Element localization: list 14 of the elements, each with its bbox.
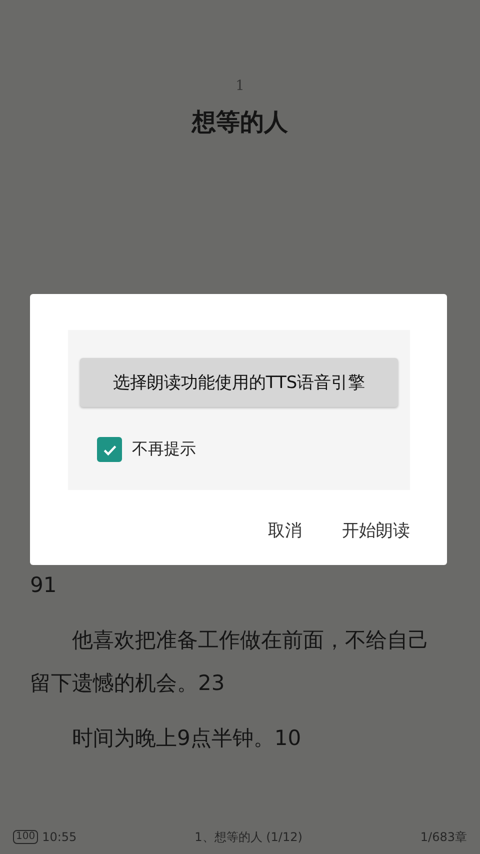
chapter-title: 想等的人: [192, 107, 288, 138]
battery-indicator: 100: [13, 830, 38, 844]
dialog-action-button[interactable]: 取消: [268, 515, 302, 546]
checkbox[interactable]: [97, 437, 122, 462]
tts-engine-button[interactable]: 选择朗读功能使用的TTS语音引擎: [80, 358, 398, 407]
chapter-progress-label: 1、想等的人 (1/12): [194, 828, 302, 846]
paragraph-text: 91: [30, 572, 58, 599]
dialog-action-button[interactable]: 开始朗读: [342, 515, 410, 546]
paragraph-text: 时间为晚上9点半钟。10: [71, 725, 302, 752]
paragraph-text: 他喜欢把准备工作做在前面，不给自己留下遗憾的机会。23: [30, 627, 430, 697]
chapter-number: 1: [236, 78, 244, 94]
clock-time: 10:55: [42, 830, 77, 844]
checkbox-label: 不再提示: [132, 439, 196, 460]
book-progress-label: 1/683章: [420, 828, 467, 846]
